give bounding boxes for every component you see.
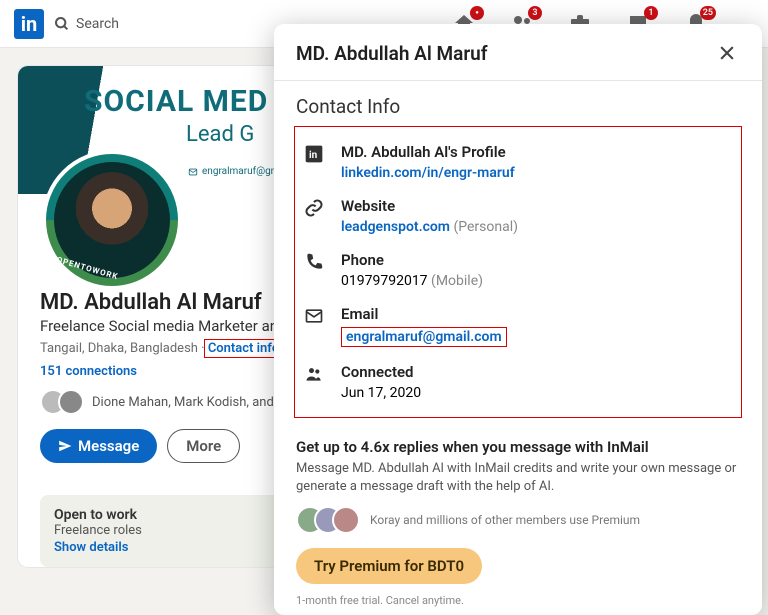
- premium-promo: Get up to 4.6x replies when you message …: [274, 420, 762, 615]
- mutual-avatars: [40, 389, 84, 415]
- profile-avatar[interactable]: #OPENTOWORK: [42, 150, 182, 290]
- contact-section-title: Contact Info: [274, 81, 762, 122]
- phone-icon: [303, 251, 325, 273]
- profile-url-link[interactable]: linkedin.com/in/engr-maruf: [341, 165, 515, 181]
- otw-show-details[interactable]: Show details: [54, 540, 306, 555]
- close-button[interactable]: [714, 40, 740, 66]
- notifications-badge: 25: [700, 6, 716, 20]
- website-label: Website: [341, 197, 518, 215]
- network-badge: 3: [528, 6, 542, 20]
- contact-row-phone: Phone 01979792017 (Mobile): [297, 241, 739, 295]
- more-button[interactable]: More: [167, 429, 240, 463]
- send-icon: [58, 439, 72, 453]
- contact-info-list: in MD. Abdullah Al's Profile linkedin.co…: [294, 126, 742, 418]
- message-button[interactable]: Message: [40, 429, 157, 463]
- premium-avatars: [296, 506, 360, 534]
- contact-row-connected: Connected Jun 17, 2020: [297, 353, 739, 407]
- banner-subtitle: Lead G: [186, 122, 254, 147]
- mutual-text: Dione Mahan, Mark Kodish, and 4: [92, 395, 284, 410]
- try-premium-button[interactable]: Try Premium for BDT0: [296, 548, 482, 584]
- email-label: Email: [341, 305, 507, 323]
- modal-title: MD. Abdullah Al Maruf: [296, 42, 488, 65]
- search-icon: [54, 16, 70, 32]
- connected-date: Jun 17, 2020: [341, 385, 421, 401]
- premium-title: Get up to 4.6x replies when you message …: [296, 438, 740, 456]
- home-badge: ●: [470, 6, 484, 20]
- website-link[interactable]: leadgenspot.com: [341, 219, 450, 235]
- otw-subtitle: Freelance roles: [54, 523, 306, 538]
- envelope-icon: [188, 167, 198, 177]
- close-icon: [717, 43, 737, 63]
- people-icon: [303, 363, 325, 385]
- email-icon: [303, 305, 325, 327]
- premium-social-proof: Koray and millions of other members use …: [370, 513, 640, 527]
- linkedin-icon: in: [303, 143, 325, 165]
- search-box[interactable]: Search: [54, 16, 119, 32]
- premium-subtitle: Message MD. Abdullah Al with InMail cred…: [296, 460, 740, 496]
- phone-hint: (Mobile): [431, 273, 483, 289]
- profile-url-label: MD. Abdullah Al's Profile: [341, 143, 515, 161]
- search-placeholder: Search: [76, 16, 119, 32]
- contact-row-website: Website leadgenspot.com (Personal): [297, 187, 739, 241]
- contact-row-profile: in MD. Abdullah Al's Profile linkedin.co…: [297, 133, 739, 187]
- phone-label: Phone: [341, 251, 483, 269]
- email-link[interactable]: engralmaruf@gmail.com: [346, 329, 502, 345]
- profile-location: Tangail, Dhaka, Bangladesh: [40, 341, 198, 356]
- banner-email: engralmaruf@gm: [188, 166, 279, 177]
- contact-row-email: Email engralmaruf@gmail.com: [297, 295, 739, 353]
- website-hint: (Personal): [453, 219, 518, 235]
- link-icon: [303, 197, 325, 219]
- banner-title: SOCIAL MED: [84, 84, 268, 119]
- contact-info-modal: MD. Abdullah Al Maruf Contact Info in MD…: [274, 24, 762, 615]
- messaging-badge: 1: [644, 6, 658, 20]
- linkedin-logo[interactable]: in: [14, 9, 44, 39]
- otw-title: Open to work: [54, 507, 306, 523]
- connected-label: Connected: [341, 363, 421, 381]
- svg-text:in: in: [309, 150, 318, 161]
- phone-value: 01979792017: [341, 273, 428, 289]
- premium-footnote: 1-month free trial. Cancel anytime.: [296, 594, 740, 607]
